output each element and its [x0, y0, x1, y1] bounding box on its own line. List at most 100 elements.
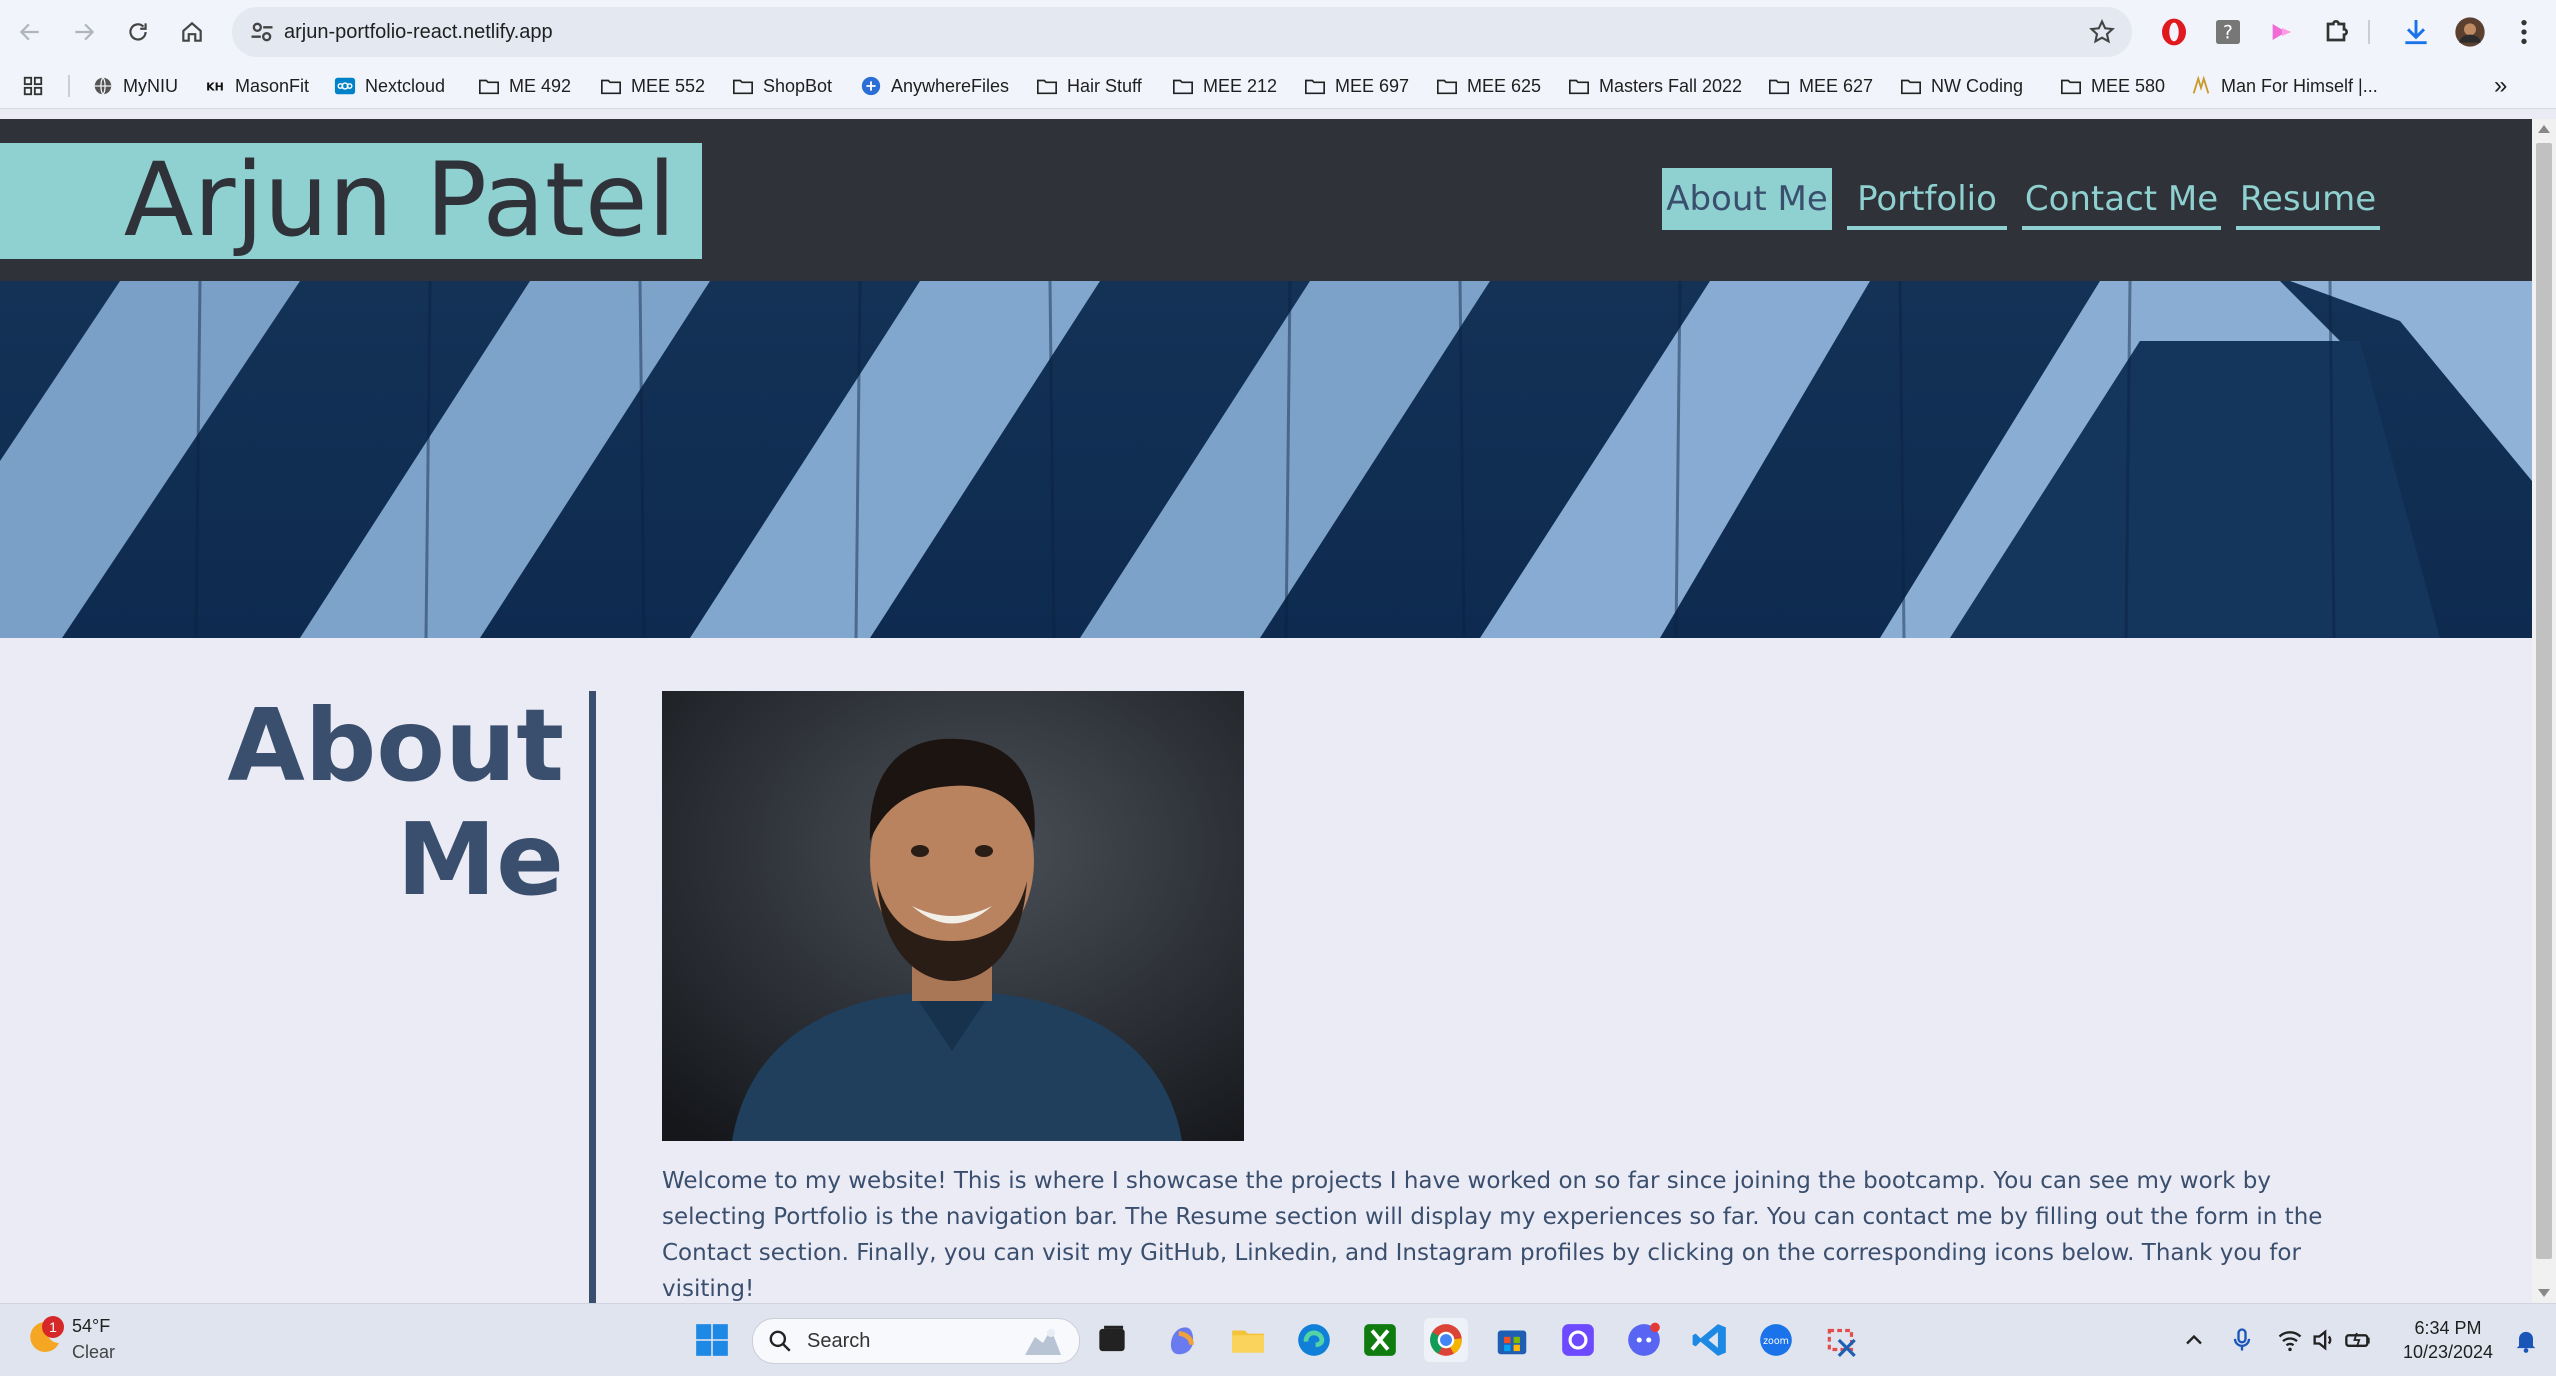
- bookmark-item[interactable]: MyNIU: [92, 64, 178, 108]
- back-button[interactable]: [12, 14, 48, 50]
- nav-about-me[interactable]: About Me: [1662, 168, 1832, 230]
- bookmark-item[interactable]: MEE 697: [1304, 64, 1409, 108]
- bookmark-item[interactable]: KH MasonFit: [204, 64, 309, 108]
- bookmark-item[interactable]: Masters Fall 2022: [1568, 64, 1742, 108]
- globe-icon: [94, 77, 112, 95]
- nav-contact-me[interactable]: Contact Me: [2022, 168, 2221, 230]
- task-view-button[interactable]: [1090, 1318, 1134, 1362]
- proton-app-icon: [1562, 1324, 1594, 1356]
- site-header: Arjun Patel About Me Portfolio Contact M…: [0, 119, 2532, 281]
- scroll-thumb[interactable]: [2536, 143, 2552, 1259]
- apps-grid-icon: [23, 76, 43, 96]
- task-view-icon: [1099, 1325, 1125, 1352]
- folder-icon: [2061, 79, 2081, 95]
- reload-icon: [129, 23, 147, 41]
- xbox-button[interactable]: [1358, 1318, 1402, 1362]
- bookmark-item[interactable]: AnywhereFiles: [860, 64, 1009, 108]
- folder-icon: [1569, 79, 1589, 95]
- scroll-down-icon[interactable]: [2538, 1289, 2550, 1297]
- chrome-button[interactable]: [1424, 1318, 1468, 1362]
- bookmark-item[interactable]: MEE 625: [1436, 64, 1541, 108]
- notification-bell-icon[interactable]: [2512, 1326, 2540, 1354]
- snipping-tool-icon: [1827, 1328, 1856, 1357]
- start-button[interactable]: [690, 1318, 734, 1362]
- download-icon[interactable]: [2400, 16, 2432, 48]
- weather-temperature[interactable]: 54°F: [72, 1316, 110, 1337]
- help-extension-icon[interactable]: ?: [2212, 16, 2244, 48]
- bookmark-item[interactable]: MEE 580: [2060, 64, 2165, 108]
- microphone-icon[interactable]: [2228, 1326, 2256, 1354]
- arrow-left-icon: [19, 23, 39, 41]
- nextcloud-icon: [334, 77, 356, 95]
- scroll-up-icon[interactable]: [2538, 125, 2550, 133]
- extensions-puzzle-icon[interactable]: [2320, 16, 2352, 48]
- file-explorer-button[interactable]: [1226, 1318, 1270, 1362]
- nav-portfolio[interactable]: Portfolio: [1847, 168, 2007, 230]
- bookmark-item[interactable]: ME 492: [478, 64, 571, 108]
- chevron-up-icon[interactable]: [2180, 1326, 2208, 1354]
- menu-kebab-icon[interactable]: [2508, 16, 2540, 48]
- vscode-button[interactable]: [1688, 1318, 1732, 1362]
- site-info-icon[interactable]: [248, 18, 276, 46]
- about-heading: About Me: [220, 689, 564, 917]
- copilot-button[interactable]: [1160, 1318, 1204, 1362]
- weather-condition[interactable]: Clear: [72, 1342, 115, 1363]
- address-bar[interactable]: arjun-portfolio-react.netlify.app: [232, 7, 2132, 57]
- bookmark-star-icon[interactable]: [2088, 18, 2116, 46]
- folder-icon: [1037, 79, 1057, 95]
- opera-extension-icon[interactable]: [2158, 16, 2190, 48]
- bookmark-item[interactable]: Hair Stuff: [1036, 64, 1142, 108]
- profile-avatar-icon[interactable]: [2454, 16, 2486, 48]
- home-button[interactable]: [174, 14, 210, 50]
- zoom-button[interactable]: zoom: [1754, 1318, 1798, 1362]
- nav-resume[interactable]: Resume: [2236, 168, 2380, 230]
- bookmark-item[interactable]: Nextcloud: [334, 64, 445, 108]
- bookmark-label: NW Coding: [1931, 75, 2024, 96]
- folder-icon: [1173, 79, 1193, 95]
- bookmark-item[interactable]: Man For Himself |...: [2190, 64, 2378, 108]
- bookmark-item[interactable]: MEE 212: [1172, 64, 1277, 108]
- xbox-icon: [1364, 1324, 1396, 1356]
- chrome-icon: [1430, 1324, 1462, 1356]
- discord-button[interactable]: [1622, 1318, 1666, 1362]
- hero-banner-image: [0, 281, 2532, 638]
- more-bookmarks-button[interactable]: »: [2494, 64, 2507, 108]
- bookmark-label: Masters Fall 2022: [1599, 75, 1743, 96]
- clock-date: 10/23/2024: [2402, 1342, 2494, 1362]
- anywherefiles-icon: [861, 76, 881, 96]
- bookmark-item[interactable]: NW Coding: [1900, 64, 2023, 108]
- folder-icon: [479, 79, 499, 95]
- folder-icon: [1901, 79, 1921, 95]
- system-clock[interactable]: 6:34 PM 10/23/2024: [2388, 1316, 2508, 1364]
- toolbar-divider: [2368, 20, 2370, 44]
- store-button[interactable]: [1490, 1318, 1534, 1362]
- reload-button[interactable]: [120, 14, 156, 50]
- bookmarks-bar: MyNIU KH MasonFit Nextcloud ME 492 MEE 552 Sho…: [0, 64, 2556, 109]
- bookmark-label: MEE 580: [2091, 75, 2166, 96]
- clock-time: 6:34 PM: [2414, 1318, 2482, 1338]
- bookmark-item[interactable]: ShopBot: [732, 64, 832, 108]
- apps-button[interactable]: [22, 64, 53, 108]
- forward-button[interactable]: [66, 14, 102, 50]
- discord-icon: [1628, 1322, 1660, 1356]
- taskbar-search[interactable]: Search: [752, 1318, 1080, 1364]
- battery-icon[interactable]: [2344, 1326, 2372, 1354]
- bookmark-item[interactable]: MEE 552: [600, 64, 705, 108]
- bookmark-label: MEE 697: [1335, 75, 1410, 96]
- vscode-icon: [1692, 1324, 1726, 1356]
- url-text[interactable]: arjun-portfolio-react.netlify.app: [284, 7, 553, 57]
- folder-icon: [733, 79, 753, 95]
- edge-button[interactable]: [1292, 1318, 1336, 1362]
- arrow-extension-icon[interactable]: [2266, 16, 2298, 48]
- bookmark-label: Nextcloud: [365, 75, 446, 96]
- wifi-icon[interactable]: [2276, 1326, 2304, 1354]
- zoom-icon: zoom: [1760, 1324, 1792, 1356]
- volume-icon[interactable]: [2310, 1326, 2338, 1354]
- about-bio-text: Welcome to my website! This is where I s…: [662, 1168, 2323, 1302]
- proton-button[interactable]: [1556, 1318, 1600, 1362]
- bookmark-item[interactable]: MEE 627: [1768, 64, 1873, 108]
- page-scrollbar[interactable]: [2532, 119, 2556, 1303]
- svg-text:KH: KH: [206, 81, 224, 94]
- search-placeholder: Search: [807, 1330, 871, 1352]
- snipping-tool-button[interactable]: [1820, 1318, 1864, 1362]
